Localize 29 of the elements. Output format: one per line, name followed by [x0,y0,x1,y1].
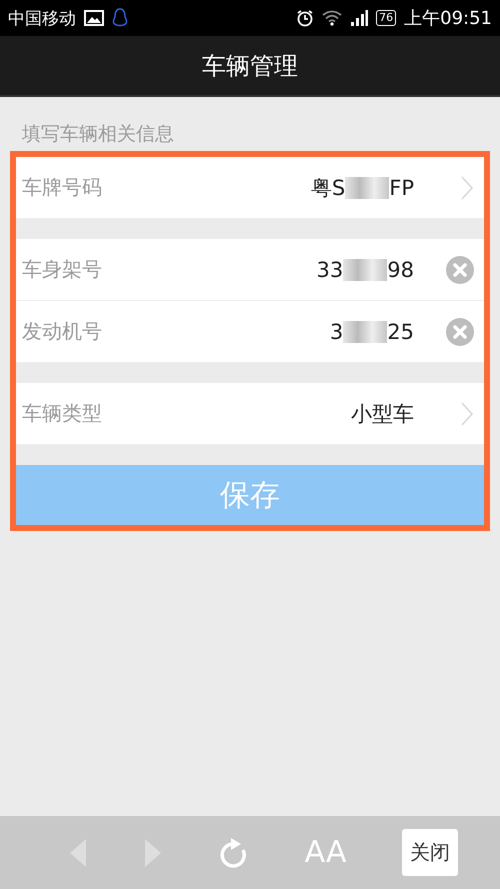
battery-level: 76 [376,10,396,26]
blurred-patch [343,258,388,280]
page-title: 车辆管理 [202,50,298,82]
field-value: 25 [387,320,414,344]
field-label: 发动机号 [22,318,103,345]
clear-icon[interactable] [446,256,474,284]
alarm-icon [296,9,314,27]
field-label: 车牌号码 [22,174,103,201]
clock-time: 上午09:51 [404,7,492,30]
field-value: FP [389,176,414,200]
chevron-right-icon [460,174,474,200]
field-label: 车身架号 [22,256,103,283]
field-value: 粤S [310,174,346,202]
field-value: 小型车 [351,400,414,428]
carrier-name: 中国移动 [8,8,76,30]
clear-icon[interactable] [446,318,474,346]
blurred-patch [345,176,390,198]
signal-icon [350,10,368,26]
field-value: 98 [387,258,414,282]
section-label: 填写车辆相关信息 [21,122,175,147]
penguin-icon [112,8,128,28]
close-button[interactable]: 关闭 [402,829,458,876]
chevron-right-icon [460,400,474,426]
wifi-icon [322,10,342,26]
field-value: 33 [316,258,344,282]
field-value: 3 [330,320,344,344]
field-label: 车辆类型 [22,400,103,427]
blurred-patch [343,320,388,342]
image-icon [84,10,104,26]
